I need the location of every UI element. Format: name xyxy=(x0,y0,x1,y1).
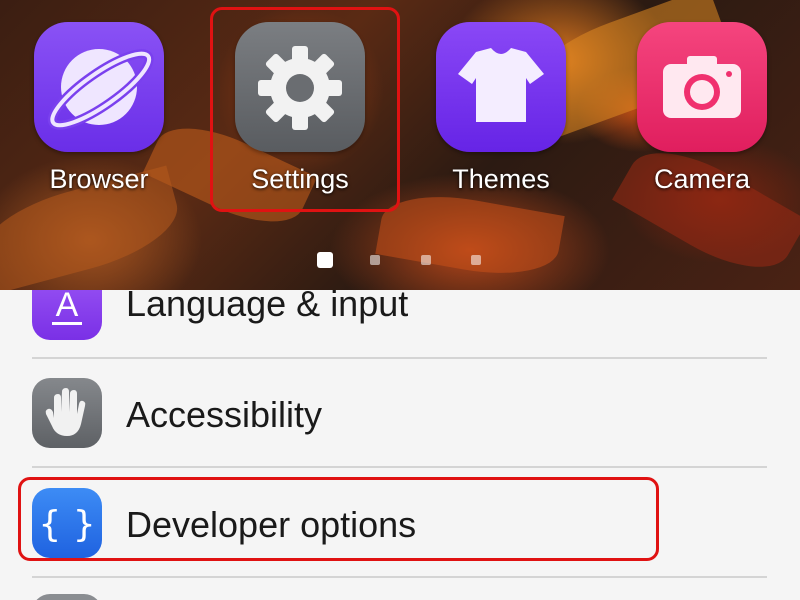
divider xyxy=(32,466,767,468)
page-indicator xyxy=(0,252,800,268)
app-themes[interactable]: Themes xyxy=(436,22,566,195)
next-item-icon xyxy=(32,594,102,600)
developer-options-highlight-box xyxy=(18,477,659,561)
language-icon: A xyxy=(32,290,102,340)
app-label: Themes xyxy=(452,164,550,194)
app-label: Camera xyxy=(653,164,751,194)
divider xyxy=(32,357,767,359)
app-camera[interactable]: Camera xyxy=(637,22,767,195)
page-dot[interactable] xyxy=(421,255,431,265)
page-dot[interactable] xyxy=(471,255,481,265)
wallpaper-leaf xyxy=(375,184,565,286)
app-browser[interactable]: Browser xyxy=(34,22,164,195)
tshirt-icon xyxy=(436,22,566,152)
app-label: Browser xyxy=(49,164,149,194)
settings-list: A Language & input Accessibility { } Dev… xyxy=(0,290,800,600)
settings-item-label: Accessibility xyxy=(126,394,323,435)
camera-icon xyxy=(637,22,767,152)
page-dot[interactable] xyxy=(370,255,380,265)
settings-item-label: Language & input xyxy=(126,290,409,324)
browser-icon xyxy=(34,22,164,152)
settings-item-accessibility[interactable]: Accessibility xyxy=(0,361,800,471)
divider xyxy=(32,576,767,578)
page-dot[interactable] xyxy=(317,252,333,268)
settings-highlight-box xyxy=(210,7,400,212)
settings-item-language-input[interactable]: A Language & input xyxy=(0,290,800,360)
home-screen: Browser Settings Themes Camera xyxy=(0,0,800,290)
svg-text:A: A xyxy=(56,290,79,324)
hand-icon xyxy=(32,378,102,448)
